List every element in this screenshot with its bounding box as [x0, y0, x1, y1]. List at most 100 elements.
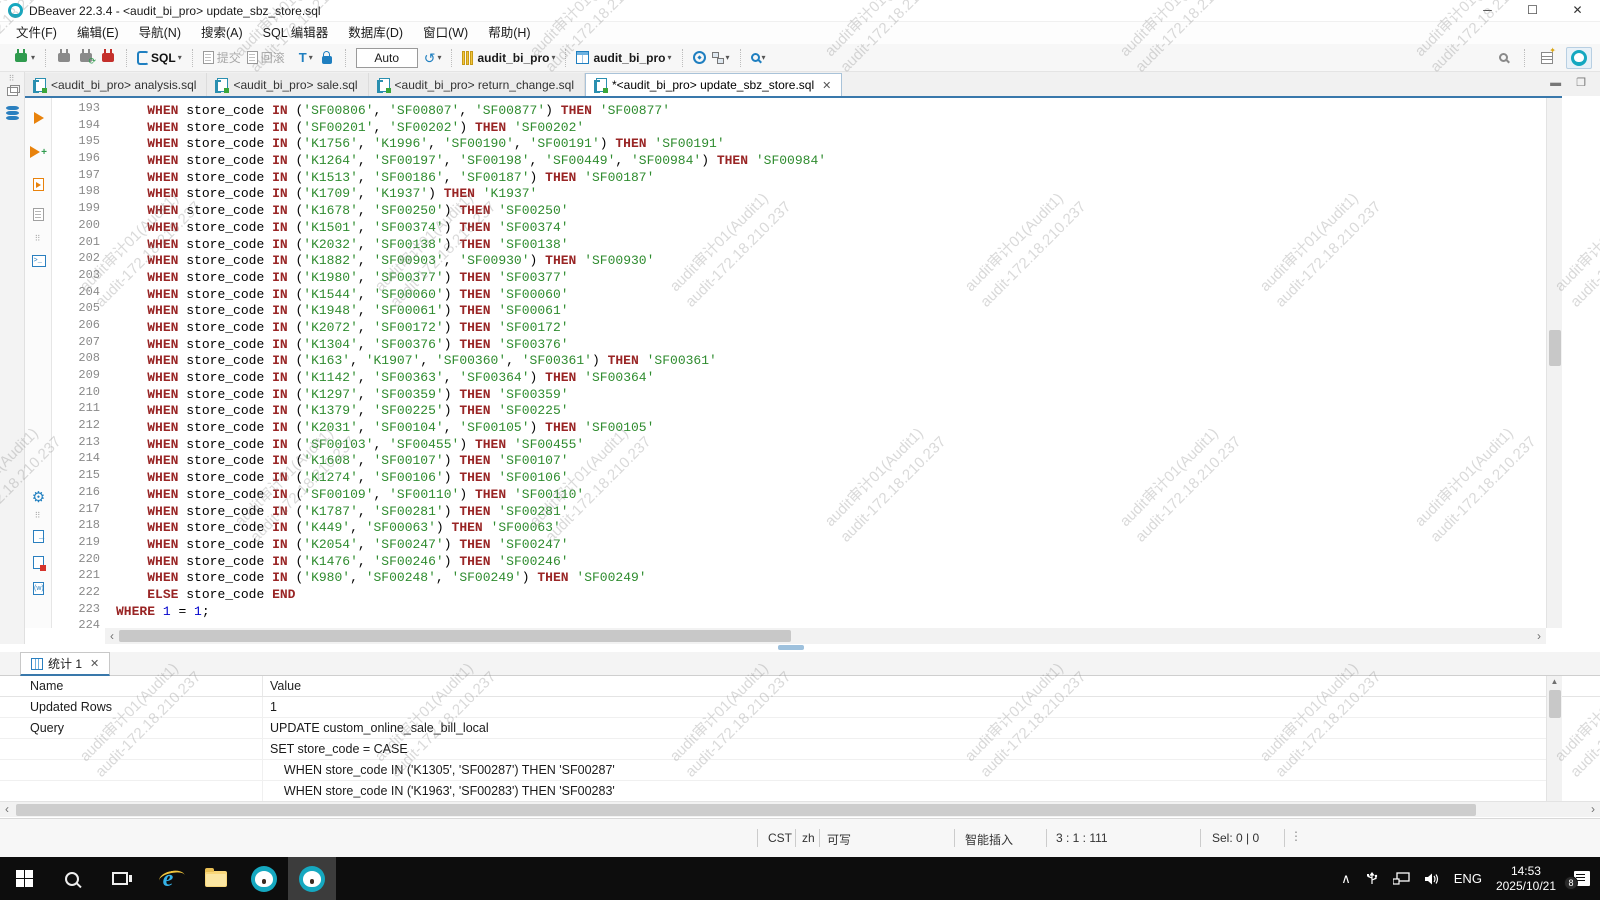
code-line[interactable]: 201 WHEN store_code IN ('K2032', 'SF0013…	[52, 235, 1546, 252]
code-line[interactable]: 218 WHEN store_code IN ('K449', 'SF00063…	[52, 518, 1546, 535]
new-connection-button[interactable]: ▾	[10, 51, 38, 64]
menu-item-4[interactable]: SQL 编辑器	[253, 22, 339, 44]
execute-statement-button[interactable]	[25, 106, 52, 130]
dbeaver-active-taskbar-button[interactable]	[288, 857, 336, 900]
editor-tab-1[interactable]: <audit_bi_pro> sale.sql	[207, 73, 368, 96]
statusbar-item-2[interactable]: 可写	[827, 831, 851, 848]
scrollbar-thumb[interactable]	[1549, 690, 1561, 718]
code-line[interactable]: 196 WHEN store_code IN ('K1264', 'SF0019…	[52, 151, 1546, 168]
start-button[interactable]	[0, 857, 48, 900]
code-line[interactable]: 211 WHEN store_code IN ('K1379', 'SF0022…	[52, 401, 1546, 418]
dropdown-arrow-icon[interactable]: ▾	[762, 53, 766, 62]
scrollbar-thumb[interactable]	[1549, 330, 1561, 366]
add-view-button[interactable]	[1538, 50, 1556, 66]
statusbar-item-0[interactable]: CST	[768, 831, 792, 845]
code-line[interactable]: 223WHERE 1 = 1;	[52, 602, 1546, 619]
code-line[interactable]: 194 WHEN store_code IN ('SF00201', 'SF00…	[52, 118, 1546, 135]
code-line[interactable]: 200 WHEN store_code IN ('K1501', 'SF0037…	[52, 218, 1546, 235]
global-search-button[interactable]	[1496, 51, 1511, 64]
scroll-right-icon[interactable]: ›	[1532, 629, 1546, 643]
editor-tab-3[interactable]: *<audit_bi_pro> update_sbz_store.sql✕	[585, 73, 842, 96]
menu-item-6[interactable]: 窗口(W)	[413, 22, 478, 44]
dropdown-arrow-icon[interactable]: ▾	[178, 53, 182, 62]
task-view-button[interactable]	[96, 857, 144, 900]
code-line[interactable]: 204 WHEN store_code IN ('K1544', 'SF0006…	[52, 285, 1546, 302]
auto-commit-select[interactable]: Auto	[356, 48, 418, 68]
dropdown-arrow-icon[interactable]: ▾	[726, 53, 730, 62]
code-line[interactable]: 195 WHEN store_code IN ('K1756', 'K1996'…	[52, 134, 1546, 151]
column-header-name[interactable]: Name	[0, 676, 263, 696]
scroll-left-icon[interactable]: ‹	[0, 802, 14, 816]
network-icon[interactable]	[1393, 872, 1410, 885]
export-result-button[interactable]: →	[25, 524, 52, 548]
language-indicator[interactable]: ENG	[1454, 871, 1482, 886]
dropdown-arrow-icon[interactable]: ▾	[668, 53, 672, 62]
menu-item-2[interactable]: 导航(N)	[129, 22, 191, 44]
maximize-button[interactable]: ☐	[1510, 0, 1555, 22]
dropdown-arrow-icon[interactable]: ▾	[437, 53, 441, 62]
connect-button[interactable]	[53, 51, 75, 64]
data-search-button[interactable]: ▾	[748, 51, 769, 64]
dbeaver-taskbar-button[interactable]	[240, 857, 288, 900]
code-line[interactable]: 214 WHEN store_code IN ('K1608', 'SF0010…	[52, 451, 1546, 468]
code-line[interactable]: 212 WHEN store_code IN ('K2031', 'SF0010…	[52, 418, 1546, 435]
code-line[interactable]: 210 WHEN store_code IN ('K1297', 'SF0035…	[52, 385, 1546, 402]
lock-button[interactable]	[316, 50, 338, 66]
code-line[interactable]: 216 WHEN store_code IN ('SF00109', 'SF00…	[52, 485, 1546, 502]
result-row-2[interactable]: SET store_code = CASE	[0, 739, 1546, 760]
menu-item-1[interactable]: 编辑(E)	[67, 22, 129, 44]
code-line[interactable]: 203 WHEN store_code IN ('K1980', 'SF0037…	[52, 268, 1546, 285]
close-button[interactable]: ✕	[1555, 0, 1600, 22]
code-line[interactable]: 205 WHEN store_code IN ('K1948', 'SF0006…	[52, 301, 1546, 318]
sql-editor-button[interactable]: SQL ▾	[134, 49, 185, 67]
code-line[interactable]: 193 WHEN store_code IN ('SF00806', 'SF00…	[52, 101, 1546, 118]
panel-vertical-scrollbar[interactable]: ▲	[1546, 676, 1562, 802]
minimize-button[interactable]: ─	[1465, 0, 1510, 22]
editor-tab-2[interactable]: <audit_bi_pro> return_change.sql	[369, 73, 585, 96]
execute-script-button[interactable]	[25, 172, 52, 196]
editor-tab-0[interactable]: <audit_bi_pro> analysis.sql	[25, 73, 207, 96]
code-line[interactable]: 219 WHEN store_code IN ('K2054', 'SF0024…	[52, 535, 1546, 552]
panel-splitter[interactable]	[0, 644, 1600, 652]
close-icon[interactable]: ✕	[90, 657, 99, 670]
scrollbar-thumb[interactable]	[119, 630, 791, 642]
save-file-button[interactable]	[25, 550, 52, 574]
explain-plan-button[interactable]	[25, 202, 52, 226]
editor-vertical-scrollbar[interactable]	[1546, 98, 1562, 628]
result-row-4[interactable]: WHEN store_code IN ('K1963', 'SF00283') …	[0, 781, 1546, 802]
code-line[interactable]: 198 WHEN store_code IN ('K1709', 'K1937'…	[52, 184, 1546, 201]
menu-item-5[interactable]: 数据库(D)	[338, 22, 413, 44]
code-line[interactable]: 221 WHEN store_code IN ('K980', 'SF00248…	[52, 568, 1546, 585]
execute-new-tab-button[interactable]: +	[25, 140, 52, 164]
statusbar-item-1[interactable]: zh	[802, 831, 815, 845]
splitter-grip[interactable]	[778, 645, 804, 650]
column-header-value[interactable]: Value	[263, 676, 301, 696]
sql-code-editor[interactable]: 193 WHEN store_code IN ('SF00806', 'SF00…	[52, 98, 1546, 628]
panel-horizontal-scrollbar[interactable]: ‹ ›	[0, 801, 1600, 817]
schema-select[interactable]: audit_bi_pro ▾	[573, 49, 674, 67]
database-select[interactable]: audit_bi_pro ▾	[459, 49, 558, 67]
code-line[interactable]: 224	[52, 618, 1546, 628]
code-line[interactable]: 206 WHEN store_code IN ('K2072', 'SF0017…	[52, 318, 1546, 335]
action-center-button[interactable]: 8	[1570, 871, 1590, 887]
commit-button[interactable]: 提交	[200, 47, 244, 68]
editor-horizontal-scrollbar[interactable]: ‹ ›	[105, 628, 1546, 644]
close-icon[interactable]: ✕	[822, 79, 831, 92]
rollback-button[interactable]: 回滚	[244, 47, 288, 68]
transaction-mode-button[interactable]: T ▾	[296, 48, 316, 67]
code-line[interactable]: 215 WHEN store_code IN ('K1274', 'SF0010…	[52, 468, 1546, 485]
code-line[interactable]: 209 WHEN store_code IN ('K1142', 'SF0036…	[52, 368, 1546, 385]
dropdown-arrow-icon[interactable]: ▾	[31, 53, 35, 62]
perspective-button[interactable]	[1566, 47, 1592, 69]
menu-item-3[interactable]: 搜索(A)	[191, 22, 253, 44]
drag-handle[interactable]: ⠿	[0, 74, 24, 83]
tab-statistics[interactable]: 统计 1 ✕	[20, 652, 110, 676]
statusbar-item-5[interactable]: Sel: 0 | 0	[1212, 831, 1259, 845]
view-minmax-buttons[interactable]: ▬ ❐	[1550, 76, 1592, 89]
usb-icon[interactable]	[1365, 872, 1379, 886]
statusbar-item-3[interactable]: 智能插入	[965, 831, 1013, 848]
navigator-sync-button[interactable]	[690, 49, 709, 66]
tx-history-button[interactable]: ↺ ▾	[421, 49, 445, 67]
dropdown-arrow-icon[interactable]: ▾	[309, 53, 313, 62]
disconnect-button[interactable]	[97, 51, 119, 64]
